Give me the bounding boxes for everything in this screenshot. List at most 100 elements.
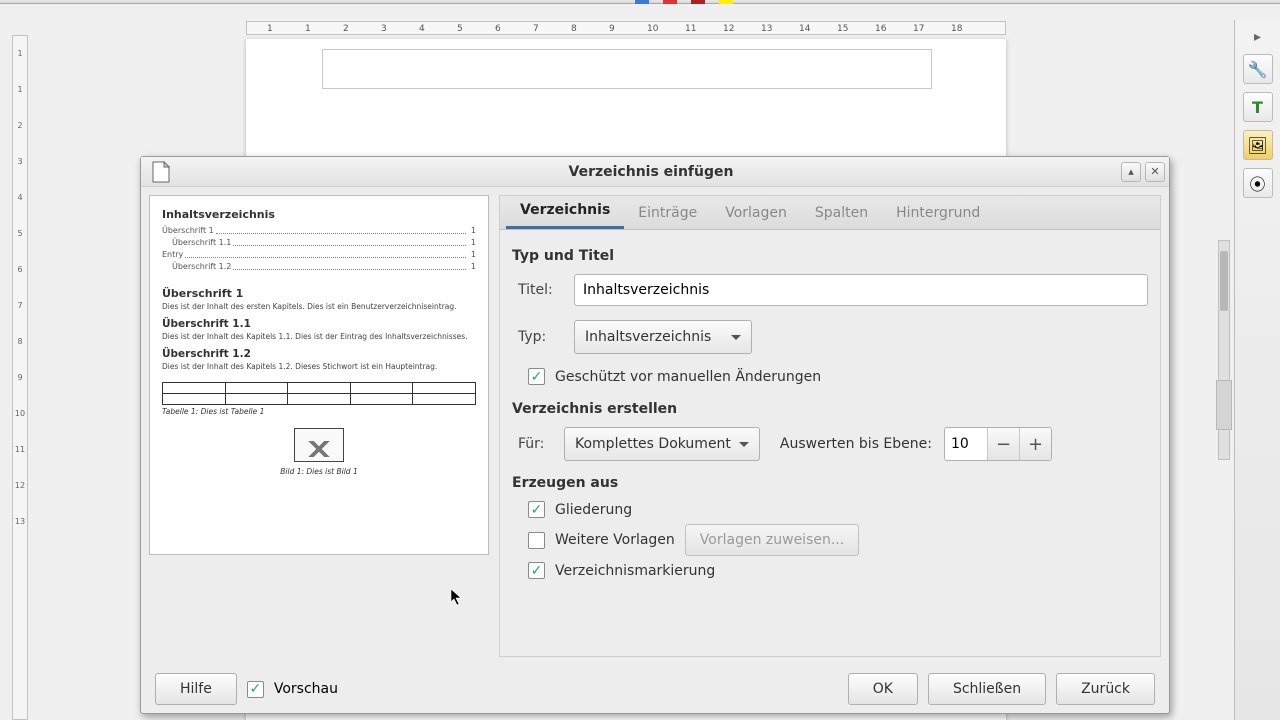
section-typ-titel: Typ und Titel bbox=[512, 248, 1148, 264]
ruler-tick: 10 bbox=[647, 22, 658, 36]
vruler-tick: 5 bbox=[13, 216, 27, 252]
close-button[interactable]: ✕ bbox=[1145, 162, 1165, 182]
dialog-title: Verzeichnis einfügen bbox=[181, 164, 1121, 180]
styles-icon[interactable]: T bbox=[1243, 92, 1273, 122]
swatch-red bbox=[663, 0, 677, 4]
toc-line-page: 1 bbox=[468, 249, 476, 261]
vruler-tick: 10 bbox=[13, 396, 27, 432]
more-templates-label: Weitere Vorlagen bbox=[555, 532, 675, 548]
preview-image-caption: Bild 1: Dies ist Bild 1 bbox=[162, 467, 476, 476]
level-minus-button[interactable]: − bbox=[987, 428, 1019, 460]
horizontal-ruler: 1123456789101112131415161718 bbox=[246, 21, 1006, 35]
ruler-tick: 1 bbox=[305, 22, 311, 36]
toc-line-label: Entry bbox=[162, 249, 183, 261]
vruler-tick: 1 bbox=[13, 36, 27, 72]
ruler-tick: 13 bbox=[761, 22, 772, 36]
toc-line-label: Überschrift 1 bbox=[162, 225, 214, 237]
type-select[interactable]: Inhaltsverzeichnis bbox=[574, 320, 752, 354]
ruler-tick: 16 bbox=[875, 22, 886, 36]
right-sidebar: ▸ 🔧 T 🖼 ⦿ bbox=[1234, 20, 1280, 720]
properties-icon[interactable]: 🔧 bbox=[1243, 54, 1273, 84]
toc-line-leader bbox=[233, 261, 466, 270]
label-auswerten: Auswerten bis Ebene: bbox=[780, 436, 932, 452]
text-frame[interactable] bbox=[322, 49, 932, 89]
preview-checkbox[interactable] bbox=[247, 681, 264, 698]
assign-templates-button[interactable]: Vorlagen zuweisen... bbox=[685, 524, 859, 556]
sidebar-collapse-icon[interactable]: ▸ bbox=[1249, 28, 1267, 46]
ruler-tick: 5 bbox=[457, 22, 463, 36]
ruler-tick: 17 bbox=[913, 22, 924, 36]
toc-line-page: 1 bbox=[468, 261, 476, 273]
back-button[interactable]: Zurück bbox=[1056, 673, 1155, 705]
preview-h12-body: Dies ist der Inhalt des Kapitels 1.2. Di… bbox=[162, 362, 476, 372]
protected-checkbox[interactable] bbox=[528, 368, 545, 385]
section-erstellen: Verzeichnis erstellen bbox=[512, 401, 1148, 417]
ruler-tick: 8 bbox=[571, 22, 577, 36]
ruler-tick: 12 bbox=[723, 22, 734, 36]
outline-label: Gliederung bbox=[555, 502, 632, 518]
label-typ: Typ: bbox=[518, 329, 562, 345]
sidebar-grip[interactable] bbox=[1216, 380, 1232, 430]
toc-line-leader bbox=[233, 237, 466, 246]
settings-pane: Verzeichnis Einträge Vorlagen Spalten Hi… bbox=[499, 195, 1161, 657]
label-fuer: Für: bbox=[518, 436, 552, 452]
preview-toc-title: Inhaltsverzeichnis bbox=[162, 208, 476, 221]
tab-hintergrund[interactable]: Hintergrund bbox=[882, 197, 994, 229]
preview-toc-line: Überschrift 11 bbox=[162, 225, 476, 237]
preview-checkbox-label: Vorschau bbox=[274, 681, 338, 697]
preview-table-caption: Tabelle 1: Dies ist Tabelle 1 bbox=[162, 407, 476, 416]
dialog-bottom-bar: Hilfe Vorschau OK Schließen Zurück bbox=[141, 665, 1169, 713]
ok-button[interactable]: OK bbox=[848, 673, 918, 705]
dialog-titlebar[interactable]: Verzeichnis einfügen ▴ ✕ bbox=[141, 157, 1169, 187]
index-marks-checkbox[interactable] bbox=[528, 562, 545, 579]
label-titel: Titel: bbox=[518, 282, 562, 298]
ruler-tick: 3 bbox=[381, 22, 387, 36]
for-select-value: Komplettes Dokument bbox=[575, 436, 731, 452]
tab-eintraege[interactable]: Einträge bbox=[624, 197, 711, 229]
ruler-tick: 14 bbox=[799, 22, 810, 36]
vruler-tick: 2 bbox=[13, 108, 27, 144]
level-input[interactable] bbox=[945, 428, 987, 460]
preview-h11: Überschrift 1.1 bbox=[162, 318, 476, 330]
level-plus-button[interactable]: + bbox=[1019, 428, 1051, 460]
preview-toc-line: Überschrift 1.1 1 bbox=[162, 237, 476, 249]
ruler-tick: 18 bbox=[951, 22, 962, 36]
ruler-tick: 15 bbox=[837, 22, 848, 36]
navigator-icon[interactable]: ⦿ bbox=[1243, 168, 1273, 198]
type-select-value: Inhaltsverzeichnis bbox=[585, 329, 711, 345]
tab-spalten[interactable]: Spalten bbox=[801, 197, 882, 229]
ruler-tick: 4 bbox=[419, 22, 425, 36]
vruler-tick: 4 bbox=[13, 180, 27, 216]
ruler-tick: 6 bbox=[495, 22, 501, 36]
insert-index-dialog: Verzeichnis einfügen ▴ ✕ Inhaltsverzeich… bbox=[140, 156, 1170, 714]
preview-h12: Überschrift 1.2 bbox=[162, 348, 476, 360]
toc-line-leader bbox=[185, 249, 466, 258]
close-dialog-button[interactable]: Schließen bbox=[928, 673, 1046, 705]
outline-checkbox[interactable] bbox=[528, 501, 545, 518]
section-erzeugen: Erzeugen aus bbox=[512, 475, 1148, 491]
form-area: Typ und Titel Titel: Typ: Inhaltsverzeic… bbox=[500, 230, 1160, 585]
ruler-tick: 11 bbox=[685, 22, 696, 36]
toc-line-leader bbox=[216, 225, 466, 234]
toc-line-label: Überschrift 1.1 bbox=[172, 237, 231, 249]
vruler-tick: 11 bbox=[13, 432, 27, 468]
gallery-icon[interactable]: 🖼 bbox=[1243, 130, 1273, 160]
for-select[interactable]: Komplettes Dokument bbox=[564, 427, 760, 461]
preview-image bbox=[294, 428, 344, 462]
vruler-tick: 6 bbox=[13, 252, 27, 288]
swatch-blue bbox=[635, 0, 649, 4]
scroll-thumb[interactable] bbox=[1220, 251, 1228, 311]
tab-bar: Verzeichnis Einträge Vorlagen Spalten Hi… bbox=[500, 196, 1160, 230]
ruler-tick: 2 bbox=[343, 22, 349, 36]
title-input[interactable] bbox=[574, 274, 1148, 306]
shade-button[interactable]: ▴ bbox=[1121, 162, 1141, 182]
tab-vorlagen[interactable]: Vorlagen bbox=[711, 197, 801, 229]
toc-line-page: 1 bbox=[468, 237, 476, 249]
tab-verzeichnis[interactable]: Verzeichnis bbox=[506, 194, 624, 229]
dialog-body: Inhaltsverzeichnis Überschrift 11Übersch… bbox=[141, 187, 1169, 665]
vruler-tick: 8 bbox=[13, 324, 27, 360]
more-templates-checkbox[interactable] bbox=[528, 532, 545, 549]
help-button[interactable]: Hilfe bbox=[155, 673, 237, 705]
preview-h1: Überschrift 1 bbox=[162, 287, 476, 300]
level-spinner[interactable]: − + bbox=[944, 427, 1052, 461]
